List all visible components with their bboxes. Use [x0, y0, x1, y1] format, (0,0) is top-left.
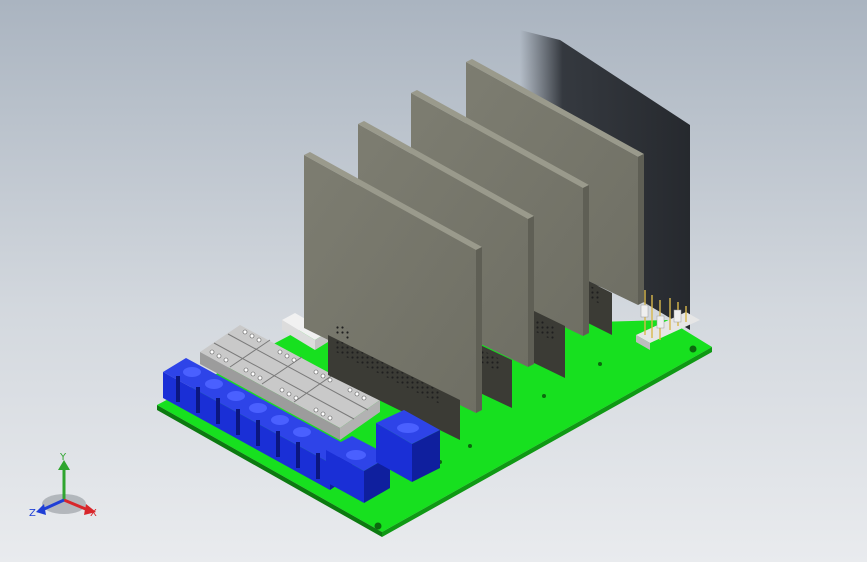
mounting-hole: [689, 345, 697, 353]
cad-viewport[interactable]: Y X Z: [0, 0, 867, 562]
x-axis-label: X: [90, 508, 97, 519]
y-axis-label: Y: [59, 452, 67, 463]
z-axis-label: Z: [29, 508, 36, 519]
mounting-hole: [374, 522, 382, 530]
coordinate-triad: Y X Z: [29, 452, 97, 519]
pcb-3d-model[interactable]: Y X Z: [0, 0, 867, 562]
